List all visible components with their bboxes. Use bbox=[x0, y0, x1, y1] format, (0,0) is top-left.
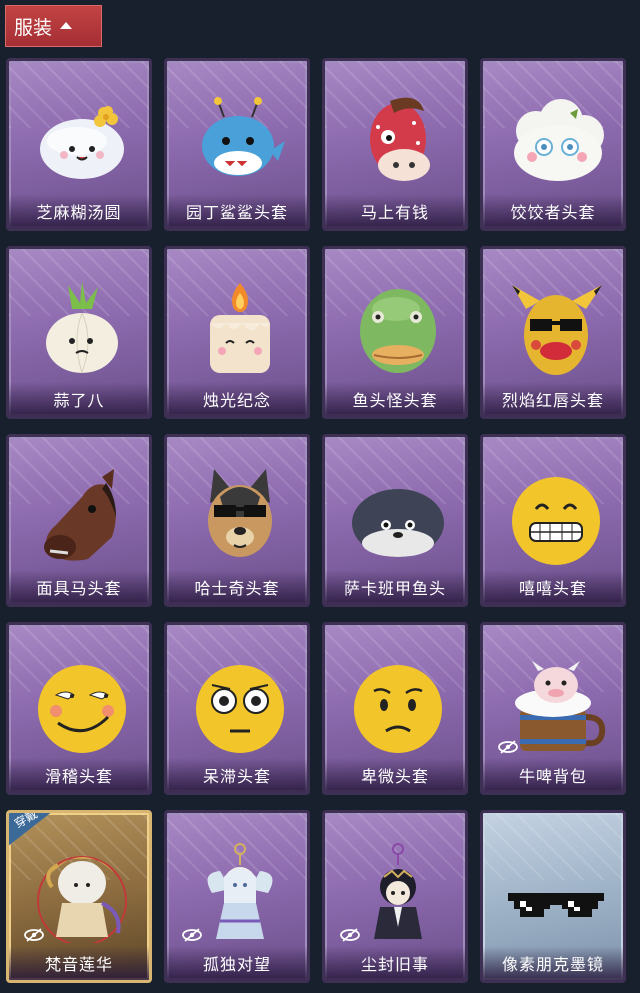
item-card-grin-emoji[interactable]: 嘻嘻头套 bbox=[480, 434, 626, 607]
item-label: 萨卡班甲鱼头 bbox=[325, 570, 465, 604]
item-card-garlic[interactable]: 蒜了八 bbox=[6, 246, 152, 419]
item-label: 像素朋克墨镜 bbox=[483, 946, 623, 980]
item-label: 梵音莲华 bbox=[9, 946, 149, 980]
pleading-emoji-icon bbox=[354, 665, 442, 753]
item-label: 芝麻糊汤圆 bbox=[9, 194, 149, 228]
white-dumpling-icon bbox=[40, 106, 124, 179]
lotus-character-icon bbox=[37, 856, 127, 943]
item-card-rich-horse[interactable]: 马上有钱 bbox=[322, 58, 468, 231]
hidden-eye-icon bbox=[182, 928, 202, 942]
item-card-sesame-tangyuan[interactable]: 芝麻糊汤圆 bbox=[6, 58, 152, 231]
item-card-pikachu-mask[interactable]: 烈焰红唇头套 bbox=[480, 246, 626, 419]
item-label: 饺饺者头套 bbox=[483, 194, 623, 228]
item-label: 尘封旧事 bbox=[325, 946, 465, 980]
item-card-smirk-emoji[interactable]: 滑稽头套 bbox=[6, 622, 152, 795]
item-label: 鱼头怪头套 bbox=[325, 382, 465, 416]
red-horse-icon bbox=[370, 97, 430, 181]
item-card-pixel-sunglasses[interactable]: 像素朋克墨镜 bbox=[480, 810, 626, 983]
candle-icon bbox=[210, 283, 270, 373]
hidden-eye-icon bbox=[498, 740, 518, 754]
item-card-sacabambaspis[interactable]: 萨卡班甲鱼头 bbox=[322, 434, 468, 607]
hidden-eye-icon bbox=[24, 928, 44, 942]
item-label: 哈士奇头套 bbox=[167, 570, 307, 604]
item-card-lonely-gaze[interactable]: 孤独对望 bbox=[164, 810, 310, 983]
dumpling-head-icon bbox=[514, 99, 604, 181]
garlic-icon bbox=[46, 281, 118, 374]
item-card-candle[interactable]: 烛光纪念 bbox=[164, 246, 310, 419]
chevron-up-icon bbox=[60, 21, 73, 29]
item-label: 烛光纪念 bbox=[167, 382, 307, 416]
pikachu-mask-icon bbox=[512, 285, 602, 375]
item-label: 马上有钱 bbox=[325, 194, 465, 228]
item-label: 嘻嘻头套 bbox=[483, 570, 623, 604]
item-label: 牛啤背包 bbox=[483, 758, 623, 792]
cow-beer-backpack-icon bbox=[515, 661, 606, 751]
hidden-eye-icon bbox=[340, 928, 360, 942]
item-card-fish-head[interactable]: 鱼头怪头套 bbox=[322, 246, 468, 419]
item-label: 园丁鲨鲨头套 bbox=[167, 194, 307, 228]
item-card-gardener-shark[interactable]: 园丁鲨鲨头套 bbox=[164, 58, 310, 231]
item-card-cow-beer-backpack[interactable]: 牛啤背包 bbox=[480, 622, 626, 795]
item-card-husky[interactable]: 哈士奇头套 bbox=[164, 434, 310, 607]
item-card-dumpling-head[interactable]: 饺饺者头套 bbox=[480, 58, 626, 231]
grin-emoji-icon bbox=[512, 477, 600, 565]
item-label: 烈焰红唇头套 bbox=[483, 382, 623, 416]
item-card-pleading-emoji[interactable]: 卑微头套 bbox=[322, 622, 468, 795]
flushed-emoji-icon bbox=[196, 665, 284, 753]
item-card-flushed-emoji[interactable]: 呆滞头套 bbox=[164, 622, 310, 795]
angel-charm-icon bbox=[207, 843, 273, 939]
smirk-emoji-icon bbox=[38, 665, 126, 753]
husky-head-icon bbox=[208, 469, 272, 557]
item-label: 面具马头套 bbox=[9, 570, 149, 604]
sacabambaspis-icon bbox=[352, 489, 444, 557]
item-card-horse-mask[interactable]: 面具马头套 bbox=[6, 434, 152, 607]
fish-head-icon bbox=[360, 289, 436, 373]
item-label: 滑稽头套 bbox=[9, 758, 149, 792]
item-label: 呆滞头套 bbox=[167, 758, 307, 792]
tab-costume[interactable]: 服装 bbox=[5, 5, 102, 47]
horse-mask-icon bbox=[44, 469, 116, 561]
pixel-sunglasses-icon bbox=[508, 893, 604, 917]
item-label: 蒜了八 bbox=[9, 382, 149, 416]
item-card-sealed-past[interactable]: 尘封旧事 bbox=[322, 810, 468, 983]
blue-shark-icon bbox=[202, 97, 285, 176]
item-label: 孤独对望 bbox=[167, 946, 307, 980]
dark-figure-charm-icon bbox=[374, 843, 422, 939]
item-card-lotus-equipped[interactable]: 穿戴 梵音莲华 bbox=[6, 810, 152, 983]
tab-costume-label: 服装 bbox=[14, 16, 53, 39]
item-label: 卑微头套 bbox=[325, 758, 465, 792]
